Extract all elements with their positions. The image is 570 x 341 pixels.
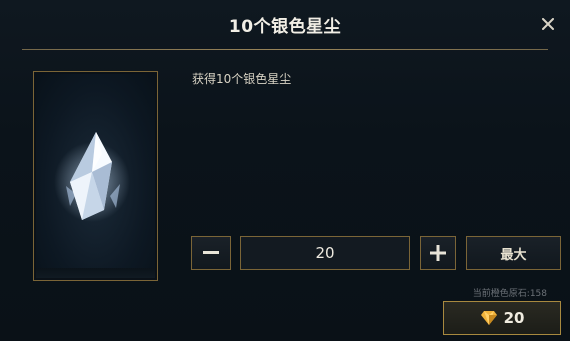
orange-essence-icon (480, 311, 497, 325)
card-footer (36, 268, 155, 278)
currency-balance: 当前橙色原石:158 (472, 289, 547, 299)
item-description: 获得10个银色星尘 (192, 72, 292, 86)
purchase-price: 20 (503, 309, 525, 327)
quantity-value: 20 (315, 244, 335, 262)
close-icon (542, 18, 554, 30)
crystal-gem-icon (54, 132, 130, 222)
purchase-dialog: 10个银色星尘 获得10个银色星尘 20 最大 当前橙色原石:158 20 (0, 0, 570, 341)
dialog-title: 10个银色星尘 (228, 17, 342, 37)
close-button[interactable] (538, 14, 558, 34)
decrease-button[interactable] (191, 236, 231, 270)
max-button[interactable]: 最大 (466, 236, 561, 270)
item-card (33, 71, 158, 281)
quantity-field[interactable]: 20 (240, 236, 410, 270)
purchase-button[interactable]: 20 (443, 301, 561, 335)
plus-icon (430, 245, 446, 261)
minus-icon (203, 251, 219, 254)
increase-button[interactable] (420, 236, 456, 270)
title-divider (22, 49, 548, 50)
